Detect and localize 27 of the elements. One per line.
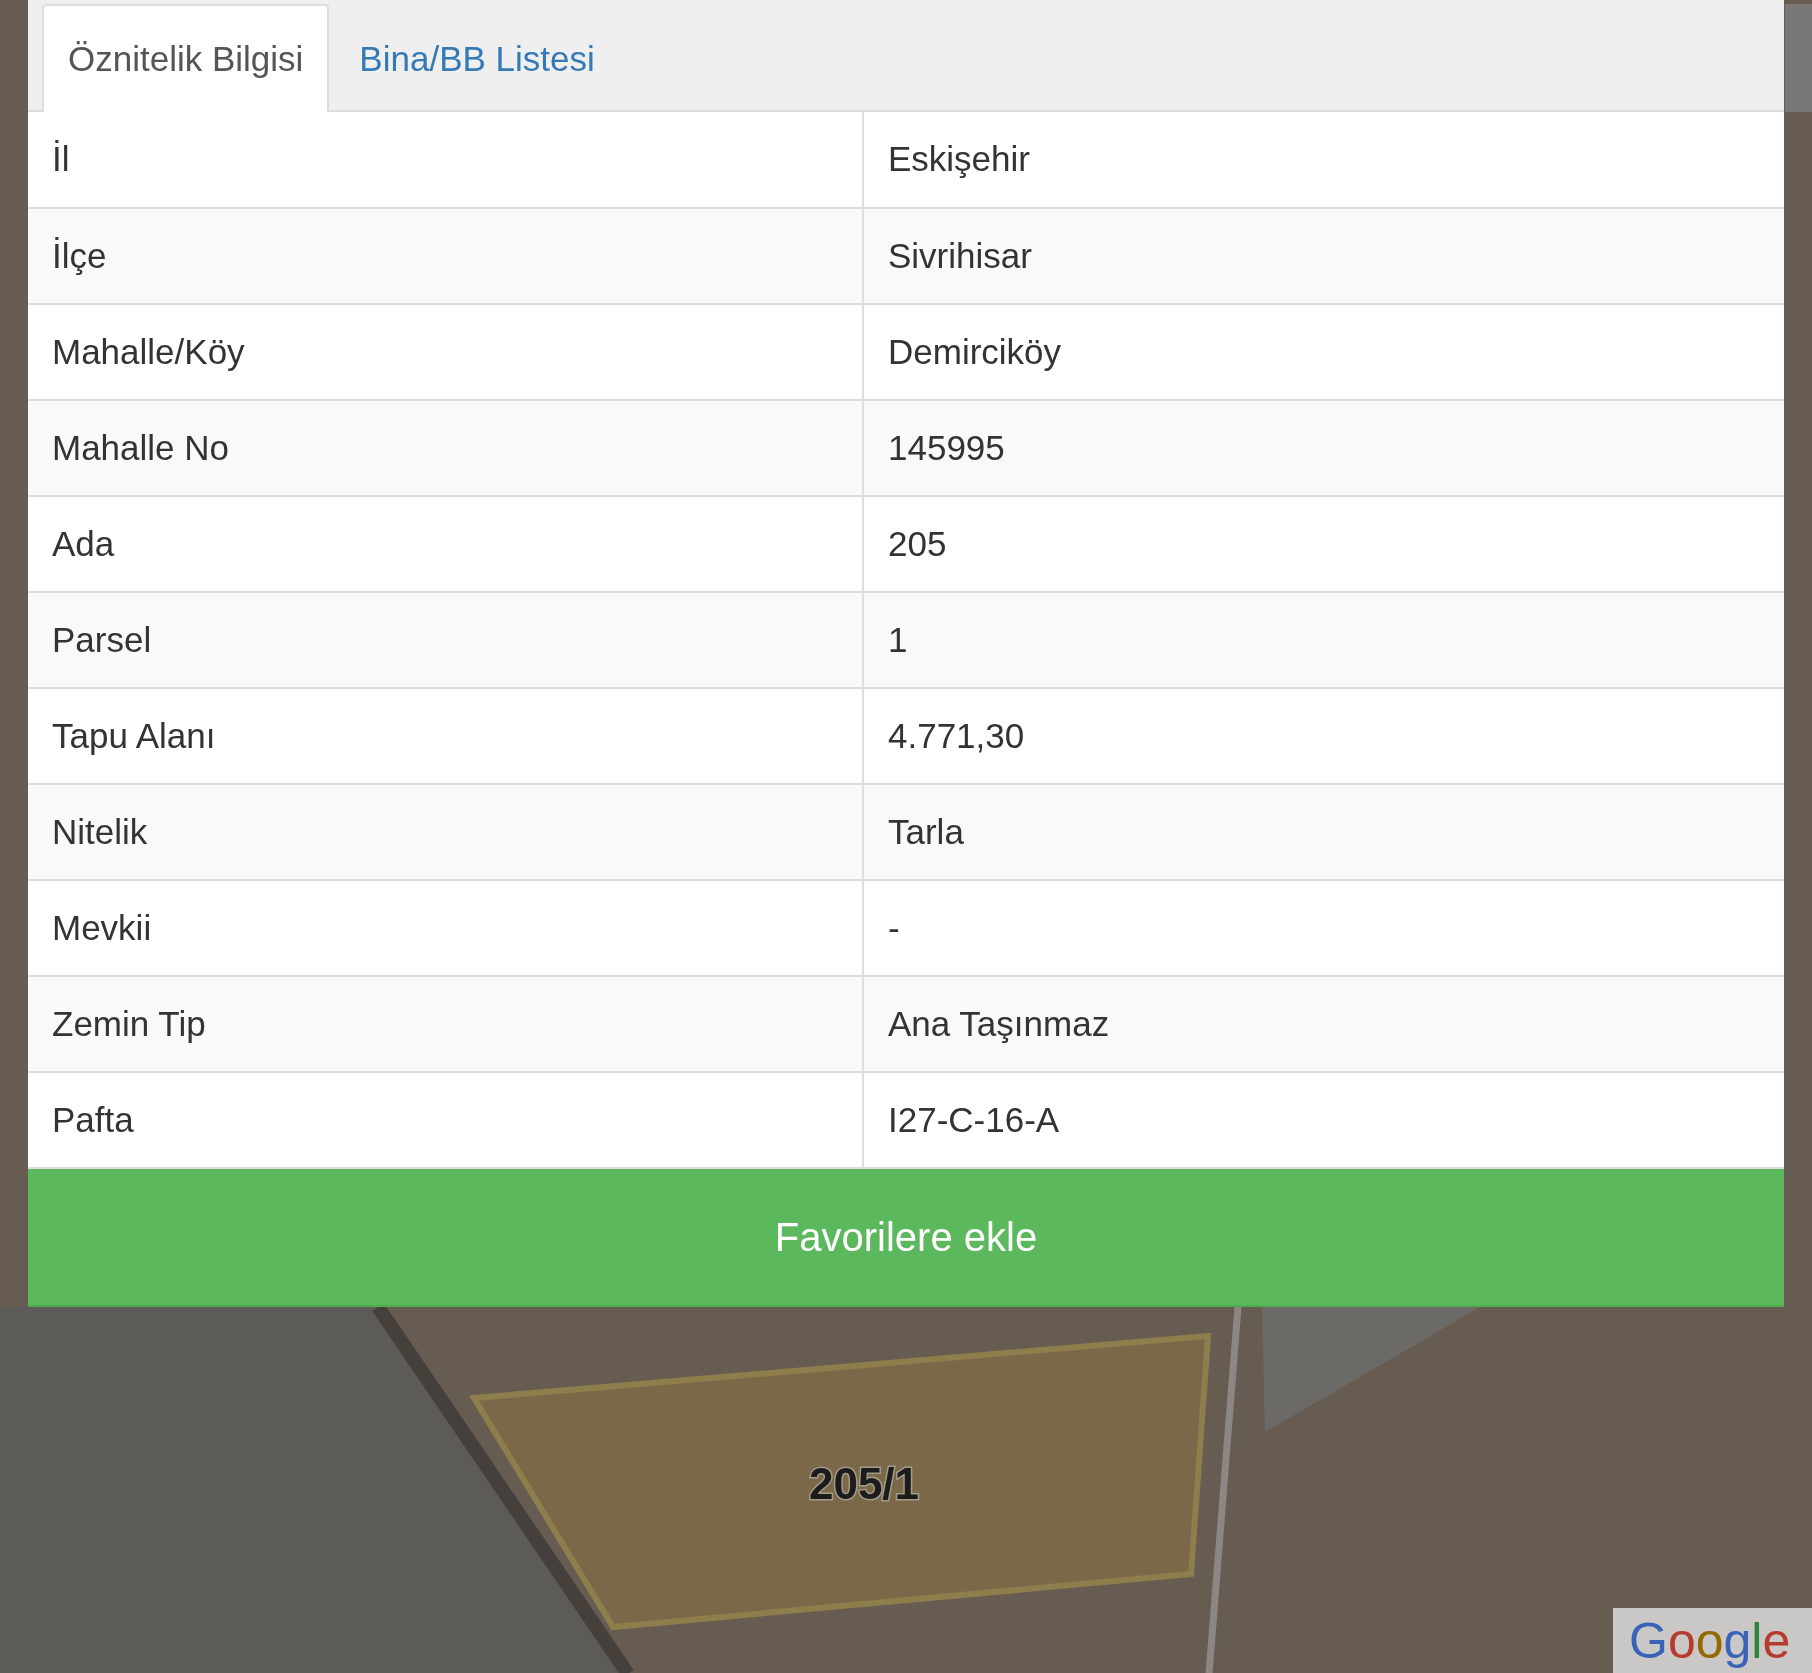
attribute-value: Tarla	[863, 784, 1784, 880]
attribute-name: Mahalle/Köy	[28, 304, 863, 400]
attribute-value: 205	[863, 496, 1784, 592]
attribute-value: 145995	[863, 400, 1784, 496]
attribute-value: Ana Taşınmaz	[863, 976, 1784, 1072]
attribute-name: Nitelik	[28, 784, 863, 880]
attribute-value: -	[863, 880, 1784, 976]
map-provider-logo: Google	[1613, 1608, 1812, 1673]
attribute-name: İlçe	[28, 208, 863, 304]
attribute-value: Eskişehir	[863, 112, 1784, 208]
attribute-name: İl	[28, 112, 863, 208]
attribute-name: Zemin Tip	[28, 976, 863, 1072]
attribute-name: Ada	[28, 496, 863, 592]
attribute-value: I27-C-16-A	[863, 1072, 1784, 1168]
attribute-name: Pafta	[28, 1072, 863, 1168]
attribute-name: Parsel	[28, 592, 863, 688]
attribute-name: Tapu Alanı	[28, 688, 863, 784]
tab[interactable]: Öznitelik Bilgisi	[42, 4, 330, 112]
tab[interactable]: Bina/BB Listesi	[333, 4, 621, 112]
attribute-name: Mahalle No	[28, 400, 863, 496]
attribute-value: Demirciköy	[863, 304, 1784, 400]
attribute-value: Sivrihisar	[863, 208, 1784, 304]
attribute-value: 4.771,30	[863, 688, 1784, 784]
parcel-label: 205/1	[808, 1458, 920, 1508]
attribute-value: 1	[863, 592, 1784, 688]
add-to-favorites-button[interactable]: Favorilere ekle	[28, 1169, 1784, 1307]
attribute-name: Mevkii	[28, 880, 863, 976]
